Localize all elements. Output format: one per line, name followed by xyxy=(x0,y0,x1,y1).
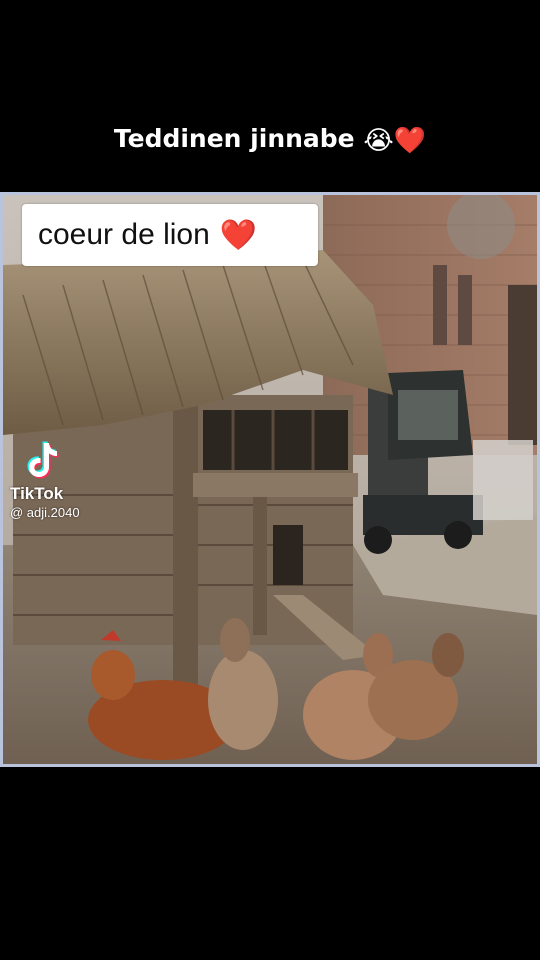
heart-icon: ❤️ xyxy=(219,217,258,253)
sticker-text: coeur de lion xyxy=(38,218,210,251)
crying-heart-emoji-icon: 😭❤️ xyxy=(363,126,427,156)
tiktok-username: @ adji.2040 xyxy=(10,505,80,520)
text-sticker: coeur de lion ❤️ xyxy=(22,204,318,266)
tiktok-watermark: TikTok @ adji.2040 xyxy=(10,440,80,520)
tiktok-brand-label: TikTok xyxy=(10,484,64,503)
video-player[interactable]: coeur de lion ❤️ xyxy=(0,192,540,767)
farm-scene-image xyxy=(3,195,537,764)
caption-text: Teddinen jinnabe xyxy=(113,124,355,153)
video-caption: Teddinen jinnabe 😭❤️ xyxy=(0,124,540,156)
tiktok-note-icon xyxy=(27,441,59,479)
